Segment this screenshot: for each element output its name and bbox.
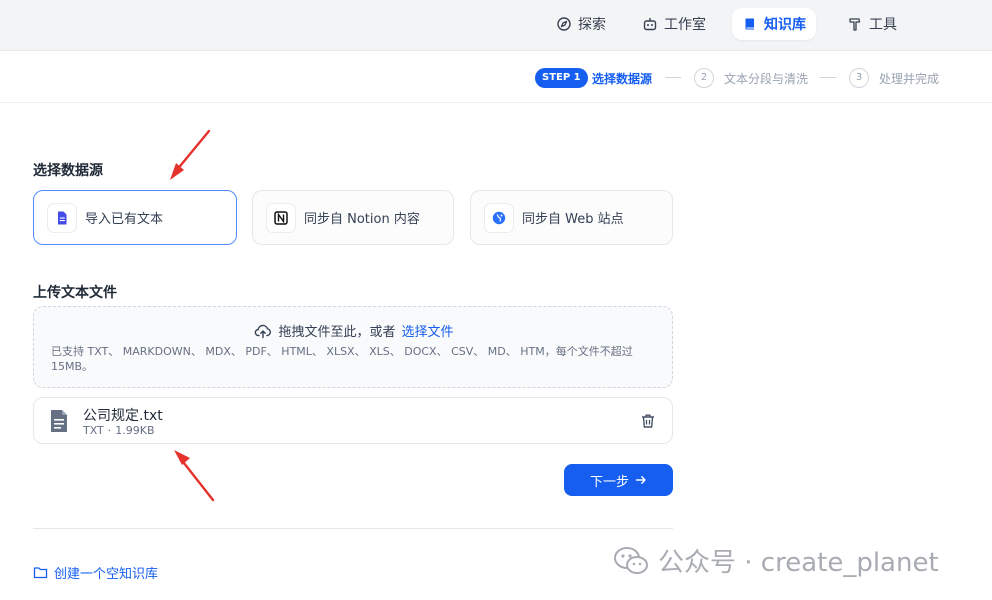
section-divider (33, 528, 673, 529)
step-divider (665, 77, 681, 78)
step-3-number: 3 (849, 68, 869, 88)
source-option-label: 同步自 Notion 内容 (304, 212, 420, 227)
step-1-label: 选择数据源 (592, 72, 653, 86)
upload-title: 上传文本文件 (33, 285, 117, 301)
step-2-number: 2 (694, 68, 714, 88)
file-meta-separator: · (107, 424, 112, 437)
file-type: TXT (83, 424, 104, 437)
step-indicator: STEP 1 选择数据源 2 文本分段与清洗 3 处理并完成 (0, 51, 992, 103)
step-1-badge: STEP 1 (535, 68, 588, 88)
nav-tab-label: 知识库 (764, 17, 806, 33)
next-step-button[interactable]: 下一步 (564, 464, 673, 496)
document-icon (51, 410, 67, 432)
create-empty-label: 创建一个空知识库 (54, 567, 159, 582)
folder-icon (33, 567, 48, 579)
nav-tab-studio[interactable]: 工作室 (632, 8, 716, 40)
nav-tab-explore[interactable]: 探索 (546, 8, 616, 40)
hammer-icon (849, 18, 861, 31)
annotation-arrow-icon (174, 450, 215, 502)
annotation-arrow-icon (170, 129, 211, 180)
notion-icon (274, 210, 288, 225)
file-dropzone[interactable]: 拖拽文件至此，或者 选择文件 已支持 TXT、 MARKDOWN、 MDX、 P… (33, 306, 673, 388)
trash-icon[interactable] (639, 412, 657, 430)
cloud-upload-icon (255, 324, 272, 338)
create-empty-knowledge-link[interactable]: 创建一个空知识库 (33, 563, 158, 582)
supported-formats-hint: 已支持 TXT、 MARKDOWN、 MDX、 PDF、 HTML、 XLSX、… (51, 345, 633, 373)
wechat-logo-icon (614, 546, 648, 574)
uploaded-file-item: 公司规定.txt TXT · 1.99KB (33, 397, 673, 444)
datasource-title: 选择数据源 (33, 163, 103, 179)
compass-icon (557, 17, 571, 31)
nav-tab-label: 探索 (578, 17, 606, 33)
book-icon (745, 18, 754, 30)
source-option-notion[interactable]: 同步自 Notion 内容 (252, 190, 454, 245)
watermark-text: 公众号 · create_planet (658, 548, 939, 578)
file-name: 公司规定.txt (83, 408, 163, 424)
step-3-label: 处理并完成 (879, 72, 940, 86)
web-icon (492, 211, 506, 224)
next-step-label: 下一步 (589, 473, 629, 489)
source-option-label: 同步自 Web 站点 (522, 212, 624, 227)
step-2-label: 文本分段与清洗 (724, 72, 809, 86)
nav-tab-knowledge[interactable]: 知识库 (732, 8, 816, 40)
arrow-right-icon (635, 476, 646, 484)
source-option-import-text[interactable]: 导入已有文本 (33, 190, 237, 245)
file-text-icon (58, 211, 67, 224)
file-size: 1.99KB (115, 424, 155, 437)
watermark: 公众号 · create_planet (612, 542, 939, 579)
nav-tab-label: 工具 (869, 17, 897, 33)
robot-icon (643, 18, 657, 31)
top-navigation: 探索 工作室 知识库 工具 (0, 0, 992, 51)
step-divider (820, 77, 836, 78)
source-option-label: 导入已有文本 (85, 212, 164, 227)
nav-tab-label: 工作室 (664, 17, 706, 33)
nav-tab-tools[interactable]: 工具 (837, 8, 907, 40)
select-file-link[interactable]: 选择文件 (402, 321, 454, 340)
dropzone-text: 拖拽文件至此，或者 (278, 325, 396, 340)
source-option-web[interactable]: 同步自 Web 站点 (470, 190, 673, 245)
